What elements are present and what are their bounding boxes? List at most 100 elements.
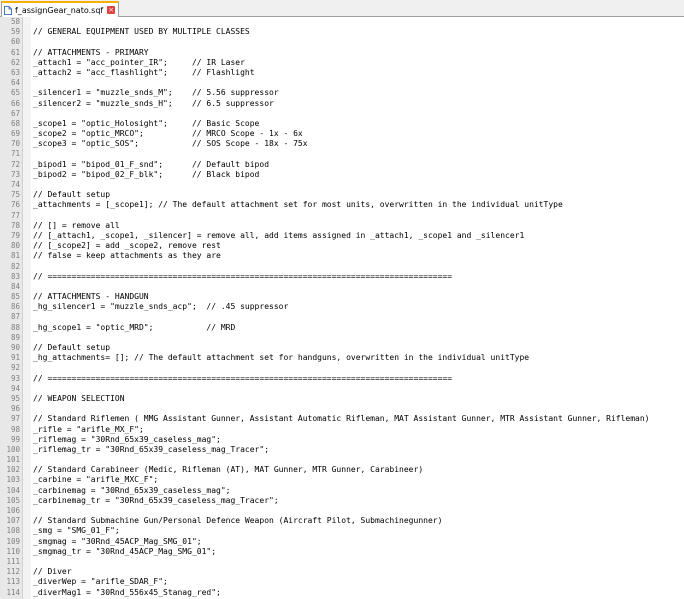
line-text: _carbinemag = "30Rnd_65x39_caseless_mag"… (33, 485, 231, 495)
code-line[interactable]: 114 _diverMag1 = "30Rnd_556x45_Stanag_red… (0, 588, 684, 598)
code-line[interactable]: 90 // Default setup (0, 343, 684, 353)
code-line[interactable]: 83 // ===================================… (0, 272, 684, 282)
code-line[interactable]: 101 (0, 455, 684, 465)
code-line[interactable]: 84 (0, 282, 684, 292)
line-text: _scope2 = "optic_MRCO"; // MRCO Scope - … (33, 129, 303, 139)
line-number: 76 (10, 200, 20, 210)
line-number: 98 (10, 424, 20, 434)
code-line[interactable]: 113 _diverWep = "arifle_SDAR_F"; (0, 577, 684, 587)
line-number: 75 (10, 190, 20, 200)
line-text: // ATTACHMENTS - HANDGUN (33, 292, 149, 302)
code-line[interactable]: 68 _scope1 = "optic_Holosight"; // Basic … (0, 119, 684, 129)
code-line[interactable]: 106 (0, 506, 684, 516)
line-number: 90 (10, 343, 20, 352)
code-line[interactable]: 85 // ATTACHMENTS - HANDGUN (0, 292, 684, 302)
code-line[interactable]: 72 _bipod1 = "bipod_01_F_snd"; // Default… (0, 160, 684, 170)
line-number: 59 (10, 27, 20, 37)
code-line[interactable]: 112 // Diver (0, 567, 684, 577)
line-number: 93 (10, 373, 20, 383)
tab-file[interactable]: f_assignGear_nato.sqf × (1, 1, 120, 17)
code-line[interactable]: 65 _silencer1 = "muzzle_snds_M"; // 5.56 … (0, 88, 684, 98)
code-line[interactable]: 61 // ATTACHMENTS - PRIMARY (0, 48, 684, 58)
line-number: 88 (10, 322, 20, 332)
line-number: 95 (10, 393, 20, 403)
line-number: 65 (10, 88, 20, 98)
code-line[interactable]: 87 (0, 312, 684, 322)
line-number: 108 (6, 526, 20, 536)
line-number: 87 (10, 312, 20, 322)
code-line[interactable]: 73 _bipod2 = "bipod_02_F_blk"; // Black b… (0, 170, 684, 180)
code-line[interactable]: 99 _riflemag = "30Rnd_65x39_caseless_mag"… (0, 435, 684, 445)
code-line[interactable]: 58 (0, 17, 684, 27)
line-text: _silencer2 = "muzzle_snds_H"; // 6.5 sup… (33, 98, 274, 108)
code-line[interactable]: 88 _hg_scope1 = "optic_MRD"; // MRD (0, 323, 684, 333)
line-number: 62 (10, 57, 20, 67)
code-line[interactable]: 92 (0, 363, 684, 373)
code-line[interactable]: 103 _carbine = "arifle_MXC_F"; (0, 475, 684, 485)
code-editor[interactable]: 58 59 // GENERAL EQUIPMENT USED BY MULTIPL… (0, 17, 684, 599)
code-line[interactable]: 110 _smgmag_tr = "30Rnd_45ACP_Mag_SMG_01"… (0, 547, 684, 557)
line-text: _riflemag_tr = "30Rnd_65x39_caseless_mag… (33, 444, 270, 454)
code-line[interactable]: 80 // [_scope2] = add _scope2, remove res… (0, 241, 684, 251)
line-number: 81 (10, 251, 20, 261)
code-line[interactable]: 104 _carbinemag = "30Rnd_65x39_caseless_m… (0, 486, 684, 496)
code-line[interactable]: 89 (0, 333, 684, 343)
line-text: _attach1 = "acc_pointer_IR"; // IR Laser (33, 57, 245, 67)
code-line[interactable]: 70 _scope3 = "optic_SOS"; // SOS Scope - … (0, 139, 684, 149)
code-line[interactable]: 66 _silencer2 = "muzzle_snds_H"; // 6.5 s… (0, 99, 684, 109)
line-number: 110 (6, 546, 20, 556)
code-line[interactable]: 75 // Default setup (0, 190, 684, 200)
code-line[interactable]: 77 (0, 211, 684, 221)
code-line[interactable]: 71 (0, 149, 684, 159)
line-text: _hg_scope1 = "optic_MRD"; // MRD (33, 322, 236, 332)
line-text: _hg_attachments= []; // The default atta… (33, 353, 530, 363)
code-line[interactable]: 69 _scope2 = "optic_MRCO"; // MRCO Scope … (0, 129, 684, 139)
code-line[interactable]: 98 _rifle = "arifle_MX_F"; (0, 425, 684, 435)
code-line[interactable]: 63 _attach2 = "acc_flashlight"; // Flashl… (0, 68, 684, 78)
code-line[interactable]: 64 (0, 78, 684, 88)
line-text: // Default setup (33, 343, 111, 352)
line-text: _attachments = [_scope1]; // The default… (33, 200, 563, 210)
code-line[interactable]: 60 (0, 37, 684, 47)
code-line[interactable]: 107 // Standard Submachine Gun/Personal D… (0, 516, 684, 526)
line-text: _silencer1 = "muzzle_snds_M"; // 5.56 su… (33, 88, 279, 98)
code-line[interactable]: 108 _smg = "SMG_01_F"; (0, 526, 684, 536)
code-line[interactable]: 62 _attach1 = "acc_pointer_IR"; // IR Las… (0, 58, 684, 68)
code-line[interactable]: 111 (0, 557, 684, 567)
code-line[interactable]: 67 (0, 109, 684, 119)
code-line[interactable]: 86 _hg_silencer1 = "muzzle_snds_acp"; // … (0, 302, 684, 312)
code-line[interactable]: 105 _carbinemag_tr = "30Rnd_65x39_caseles… (0, 496, 684, 506)
code-line[interactable]: 96 (0, 404, 684, 414)
close-icon[interactable]: × (107, 6, 116, 14)
code-line[interactable]: 94 (0, 384, 684, 394)
code-line[interactable]: 81 // false = keep attachments as they ar… (0, 251, 684, 261)
line-text: _diverWep = "arifle_SDAR_F"; (33, 577, 168, 587)
line-number: 83 (10, 271, 20, 281)
line-number: 77 (10, 210, 20, 220)
code-line[interactable]: 93 // ===================================… (0, 374, 684, 384)
code-line[interactable]: 79 // [_attach1, _scope1, _silencer] = re… (0, 231, 684, 241)
line-number: 85 (10, 292, 20, 302)
code-line[interactable]: 95 // WEAPON SELECTION (0, 394, 684, 404)
code-line[interactable]: 76 _attachments = [_scope1]; // The defau… (0, 200, 684, 210)
line-number: 89 (10, 332, 20, 342)
line-number: 82 (10, 261, 20, 271)
line-text: _scope1 = "optic_Holosight"; // Basic Sc… (33, 118, 260, 128)
code-line[interactable]: 74 (0, 180, 684, 190)
line-text: // false = keep attachments as they are (33, 251, 221, 261)
line-number: 102 (6, 465, 20, 475)
code-line[interactable]: 109 _smgmag = "30Rnd_45ACP_Mag_SMG_01"; (0, 537, 684, 547)
line-number: 106 (6, 506, 20, 515)
code-lines: 58 59 // GENERAL EQUIPMENT USED BY MULTIPL… (0, 17, 684, 598)
code-line[interactable]: 102 // Standard Carabineer (Medic, Riflem… (0, 465, 684, 475)
line-number: 99 (10, 434, 20, 444)
line-text: // [] = remove all (33, 220, 120, 230)
code-line[interactable]: 78 // [] = remove all (0, 221, 684, 231)
code-line[interactable]: 100 _riflemag_tr = "30Rnd_65x39_caseless_… (0, 445, 684, 455)
code-line[interactable]: 59 // GENERAL EQUIPMENT USED BY MULTIPLE … (0, 27, 684, 37)
line-number: 69 (10, 129, 20, 139)
code-line[interactable]: 82 (0, 262, 684, 272)
code-line[interactable]: 97 // Standard Riflemen ( MMG Assistant G… (0, 414, 684, 424)
line-text: // Diver (33, 567, 72, 577)
code-line[interactable]: 91 _hg_attachments= []; // The default at… (0, 353, 684, 363)
